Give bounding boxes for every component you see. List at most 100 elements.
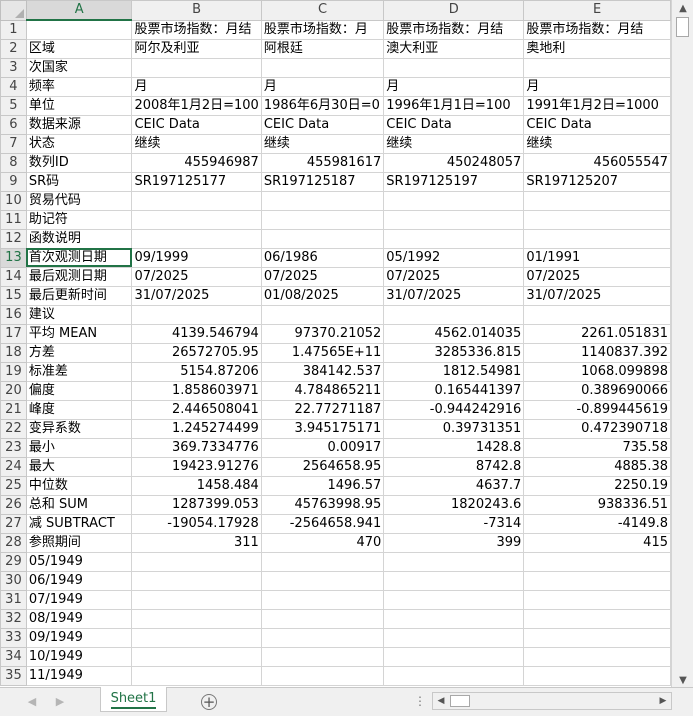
cell-a16[interactable]: 建议 <box>25 304 133 325</box>
cell-e22[interactable]: 0.472390718 <box>523 418 671 439</box>
horizontal-scrollbar[interactable]: ◀ ▶ <box>432 692 672 710</box>
cell-c17[interactable]: 97370.21052 <box>260 323 385 344</box>
cell-e28[interactable]: 415 <box>523 532 671 553</box>
cell-c3[interactable] <box>260 57 385 78</box>
cell-b8[interactable]: 455946987 <box>131 152 262 173</box>
cell-e25[interactable]: 2250.19 <box>523 475 671 496</box>
cell-a23[interactable]: 最小 <box>25 437 133 458</box>
row-header[interactable]: 23 <box>0 437 27 458</box>
cell-b28[interactable]: 311 <box>131 532 262 553</box>
cell-e7[interactable]: 继续 <box>523 133 671 154</box>
row-header[interactable]: 24 <box>0 456 27 477</box>
row-header[interactable]: 14 <box>0 266 27 287</box>
row-header[interactable]: 6 <box>0 114 27 135</box>
row-header[interactable]: 4 <box>0 76 27 97</box>
spreadsheet-area[interactable]: A B C D E 1 股票市场指数：月结 股票市场指数：月 股票市场指数：月结 股票市… <box>0 0 671 687</box>
cell-b17[interactable]: 4139.546794 <box>131 323 262 344</box>
cell-d26[interactable]: 1820243.6 <box>383 494 525 515</box>
cell-d3[interactable] <box>383 57 525 78</box>
cell-e11[interactable] <box>523 209 671 230</box>
cell-d19[interactable]: 1812.54981 <box>383 361 525 382</box>
cell-b33[interactable] <box>131 627 262 648</box>
row-header[interactable]: 18 <box>0 342 27 363</box>
cell-e15[interactable]: 31/07/2025 <box>523 285 671 306</box>
cell-e30[interactable] <box>523 570 671 591</box>
row-header[interactable]: 22 <box>0 418 27 439</box>
cell-b7[interactable]: 继续 <box>131 133 262 154</box>
cell-c1[interactable]: 股票市场指数：月 <box>260 19 385 40</box>
row-header[interactable]: 2 <box>0 38 27 59</box>
cell-b3[interactable] <box>131 57 262 78</box>
cell-b31[interactable] <box>131 589 262 610</box>
row-header[interactable]: 34 <box>0 646 27 667</box>
cell-b32[interactable] <box>131 608 262 629</box>
cell-a34[interactable]: 10/1949 <box>25 646 133 667</box>
row-header[interactable]: 31 <box>0 589 27 610</box>
row-header[interactable]: 1 <box>0 19 27 40</box>
cell-a10[interactable]: 贸易代码 <box>25 190 133 211</box>
cell-c21[interactable]: 22.77271187 <box>260 399 385 420</box>
cell-c22[interactable]: 3.945175171 <box>260 418 385 439</box>
cell-c10[interactable] <box>260 190 385 211</box>
row-header[interactable]: 27 <box>0 513 27 534</box>
row-header[interactable]: 15 <box>0 285 27 306</box>
row-header[interactable]: 8 <box>0 152 27 173</box>
cell-d33[interactable] <box>383 627 525 648</box>
cell-c12[interactable] <box>260 228 385 249</box>
cell-b2[interactable]: 阿尔及利亚 <box>131 38 262 59</box>
row-header[interactable]: 7 <box>0 133 27 154</box>
cell-d7[interactable]: 继续 <box>383 133 525 154</box>
horizontal-scroll-thumb[interactable] <box>450 695 470 707</box>
scroll-left-arrow-icon[interactable]: ◀ <box>434 694 448 708</box>
cell-a35[interactable]: 11/1949 <box>25 665 133 686</box>
vertical-scrollbar[interactable]: ▲ ▼ <box>671 0 693 690</box>
cell-d2[interactable]: 澳大利亚 <box>383 38 525 59</box>
cell-e23[interactable]: 735.58 <box>523 437 671 458</box>
cell-c25[interactable]: 1496.57 <box>260 475 385 496</box>
cell-b27[interactable]: -19054.17928 <box>131 513 262 534</box>
cell-e35[interactable] <box>523 665 671 686</box>
cell-b11[interactable] <box>131 209 262 230</box>
cell-d30[interactable] <box>383 570 525 591</box>
cell-b10[interactable] <box>131 190 262 211</box>
scroll-down-arrow-icon[interactable]: ▼ <box>676 674 690 688</box>
cell-d13[interactable]: 05/1992 <box>383 247 525 268</box>
scroll-right-arrow-icon[interactable]: ▶ <box>656 694 670 708</box>
cell-a13[interactable]: 首次观测日期 <box>25 247 133 268</box>
cell-b9[interactable]: SR197125177 <box>131 171 262 192</box>
cell-c30[interactable] <box>260 570 385 591</box>
cell-d5[interactable]: 1996年1月1日=100 <box>383 95 525 116</box>
cell-d22[interactable]: 0.39731351 <box>383 418 525 439</box>
cell-e24[interactable]: 4885.38 <box>523 456 671 477</box>
cell-b34[interactable] <box>131 646 262 667</box>
cell-d14[interactable]: 07/2025 <box>383 266 525 287</box>
cell-a15[interactable]: 最后更新时间 <box>25 285 133 306</box>
cell-a17[interactable]: 平均 MEAN <box>25 323 133 344</box>
cell-d20[interactable]: 0.165441397 <box>383 380 525 401</box>
column-header-a[interactable]: A <box>25 0 133 21</box>
cell-d12[interactable] <box>383 228 525 249</box>
row-header[interactable]: 28 <box>0 532 27 553</box>
cell-c31[interactable] <box>260 589 385 610</box>
cell-d16[interactable] <box>383 304 525 325</box>
cell-d27[interactable]: -7314 <box>383 513 525 534</box>
row-header[interactable]: 16 <box>0 304 27 325</box>
cell-c5[interactable]: 1986年6月30日=0 <box>260 95 385 116</box>
cell-d15[interactable]: 31/07/2025 <box>383 285 525 306</box>
cell-c18[interactable]: 1.47565E+11 <box>260 342 385 363</box>
cell-c29[interactable] <box>260 551 385 572</box>
cell-b35[interactable] <box>131 665 262 686</box>
cell-c24[interactable]: 2564658.95 <box>260 456 385 477</box>
cell-c23[interactable]: 0.00917 <box>260 437 385 458</box>
cell-e16[interactable] <box>523 304 671 325</box>
cell-c20[interactable]: 4.784865211 <box>260 380 385 401</box>
cell-b12[interactable] <box>131 228 262 249</box>
cell-d25[interactable]: 4637.7 <box>383 475 525 496</box>
cell-b15[interactable]: 31/07/2025 <box>131 285 262 306</box>
cell-d32[interactable] <box>383 608 525 629</box>
cell-a21[interactable]: 峰度 <box>25 399 133 420</box>
cell-e17[interactable]: 2261.051831 <box>523 323 671 344</box>
column-header-c[interactable]: C <box>260 0 385 21</box>
cell-d1[interactable]: 股票市场指数：月结 <box>383 19 525 40</box>
row-header[interactable]: 26 <box>0 494 27 515</box>
